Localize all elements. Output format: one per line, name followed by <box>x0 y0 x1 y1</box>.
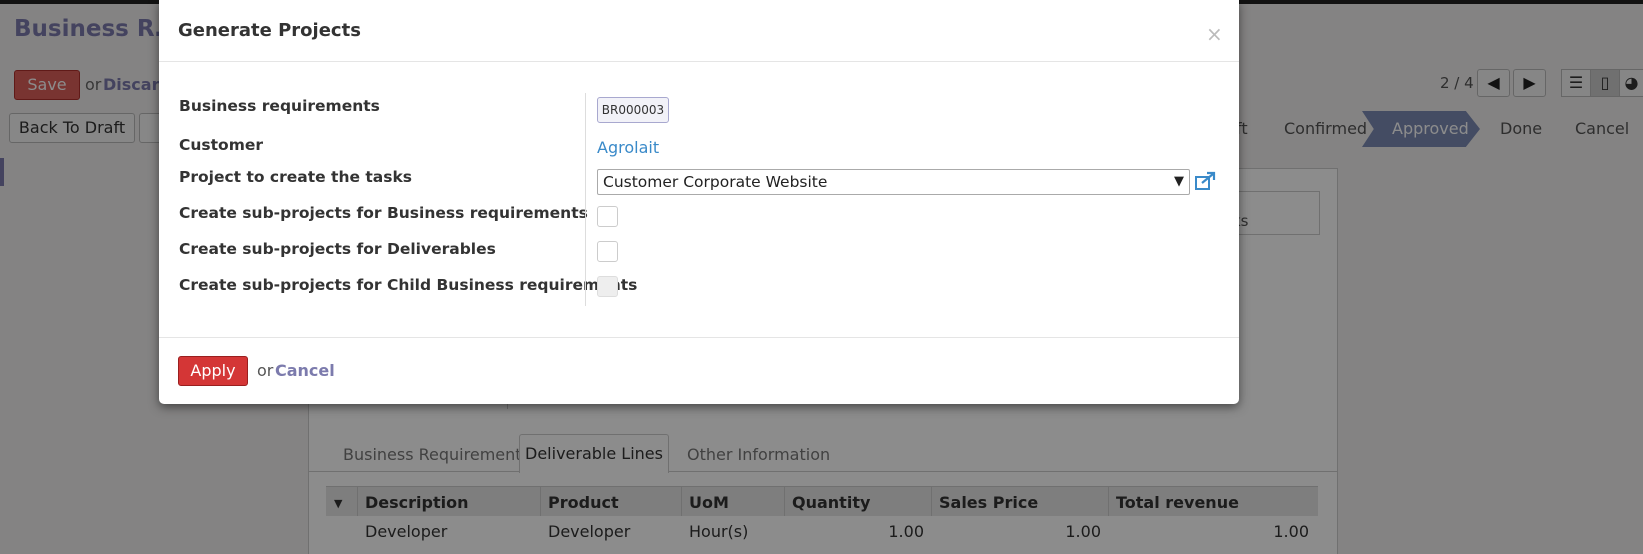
dialog-header: Generate Projects × <box>159 0 1239 62</box>
external-link-icon[interactable] <box>1194 170 1216 192</box>
project-select[interactable]: Customer Corporate Website ▼ <box>597 169 1190 195</box>
apply-button[interactable]: Apply <box>178 356 248 386</box>
field-divider <box>585 93 586 306</box>
customer-link[interactable]: Agrolait <box>597 138 659 157</box>
sub-projects-deliverables-label: Create sub-projects for Deliverables <box>179 240 496 258</box>
customer-label: Customer <box>179 136 264 154</box>
sub-projects-child-br-checkbox <box>597 276 618 297</box>
business-requirement-tag[interactable]: BR000003 <box>597 97 669 123</box>
project-select-value: Customer Corporate Website <box>603 173 828 191</box>
close-icon[interactable]: × <box>1206 22 1223 46</box>
dialog-footer: Apply or Cancel <box>159 337 1239 404</box>
cancel-link[interactable]: Cancel <box>275 361 335 380</box>
or-text: or <box>257 361 274 380</box>
project-label: Project to create the tasks <box>179 168 413 186</box>
sub-projects-br-checkbox[interactable] <box>597 206 618 227</box>
sub-projects-deliverables-checkbox[interactable] <box>597 241 618 262</box>
sub-projects-child-br-label: Create sub-projects for Child Business r… <box>179 276 638 294</box>
dialog-title: Generate Projects <box>178 20 361 41</box>
sub-projects-br-label: Create sub-projects for Business require… <box>179 204 588 222</box>
generate-projects-dialog: Generate Projects × Business requirement… <box>159 0 1239 404</box>
dropdown-arrow-icon: ▼ <box>1174 174 1184 189</box>
business-requirements-label: Business requirements <box>179 97 380 115</box>
